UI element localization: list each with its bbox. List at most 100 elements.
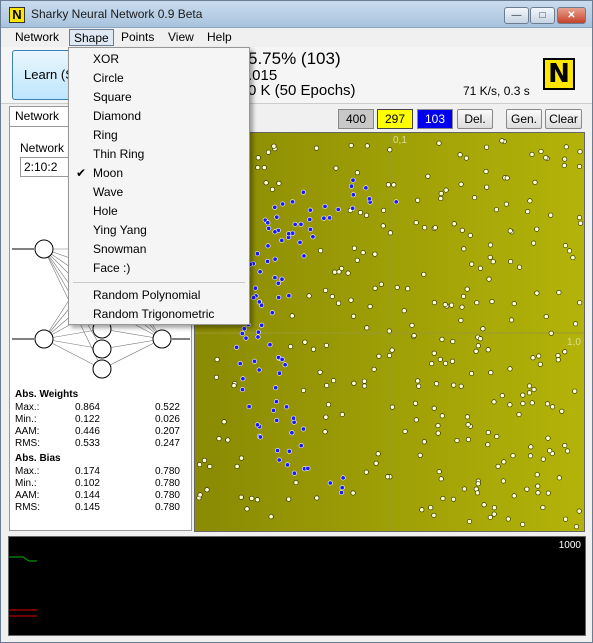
shape-option-thin-ring[interactable]: Thin Ring [71, 145, 247, 164]
blue-point [284, 404, 290, 410]
plot-canvas: 0,1 1,0 [195, 133, 584, 531]
yellow-point [517, 264, 523, 270]
yellow-point [548, 330, 554, 336]
yellow-point [507, 366, 513, 372]
error-graph-max-label: 1000 [558, 540, 581, 551]
shape-option-ring[interactable]: Ring [71, 126, 247, 145]
menu-item-label: Face :) [93, 261, 131, 275]
menu-item-label: XOR [93, 52, 120, 66]
shape-option-random-polynomial[interactable]: Random Polynomial [71, 286, 247, 305]
yellow-point [372, 251, 378, 257]
error-graph: 1000 [8, 536, 586, 636]
shape-option-xor[interactable]: XOR [71, 50, 247, 69]
shape-option-snowman[interactable]: Snowman [71, 240, 247, 259]
yellow-point [302, 339, 308, 345]
shape-option-moon[interactable]: ✔ Moon [71, 164, 247, 183]
yellow-point [458, 181, 464, 187]
yellow-point [520, 400, 526, 406]
title-bar[interactable]: N Sharky Neural Network 0.9 Beta — □ ✕ [1, 1, 592, 28]
menu-item-label: Ring [93, 128, 118, 142]
yellow-point [534, 472, 540, 478]
yellow-point [504, 175, 510, 181]
yellow-point [244, 506, 250, 512]
generate-button[interactable]: Gen. [506, 109, 542, 129]
menu-points[interactable]: Points [117, 29, 158, 46]
yellow-point [376, 353, 382, 359]
blue-point [305, 465, 311, 471]
yellow-point [477, 265, 483, 271]
yellow-point [577, 149, 583, 155]
shape-option-ying-yang[interactable]: Ying Yang [71, 221, 247, 240]
blue-point [282, 362, 288, 368]
window-title: Sharky Neural Network 0.9 Beta [31, 7, 203, 21]
delete-button[interactable]: Del. [457, 109, 493, 129]
shape-option-circle[interactable]: Circle [71, 69, 247, 88]
yellow-point [413, 417, 419, 423]
menu-bar: Network Shape Points View Help [1, 28, 592, 47]
blue-point [339, 485, 345, 491]
yellow-point [507, 402, 513, 408]
blue-point [366, 196, 372, 202]
blue-point [297, 239, 303, 245]
learn-button[interactable]: Learn (S [12, 50, 72, 100]
blue-points-count[interactable]: 103 [417, 109, 453, 129]
menu-separator [73, 282, 245, 283]
yellow-point [415, 378, 421, 384]
yellow-point [500, 478, 506, 484]
yellow-points-count[interactable]: 297 [377, 109, 413, 129]
yellow-point [364, 212, 370, 218]
classification-plot[interactable]: 0,1 1,0 [194, 132, 585, 532]
yellow-point [491, 511, 497, 517]
yellow-point [329, 294, 335, 300]
blue-point [265, 220, 271, 226]
shape-option-random-trigonometric[interactable]: Random Trigonometric [71, 305, 247, 324]
blue-point [279, 276, 285, 282]
menu-network[interactable]: Network [11, 29, 63, 46]
yellow-point [443, 187, 449, 193]
yellow-point [276, 180, 282, 186]
network-label: Network [20, 141, 65, 155]
shape-option-hole[interactable]: Hole [71, 202, 247, 221]
blue-point [279, 356, 285, 362]
weights-row: RMS: 0.533 0.247 [15, 438, 185, 450]
yellow-point [378, 281, 384, 287]
yellow-point [351, 245, 357, 251]
yellow-point [464, 286, 470, 292]
yellow-point [432, 225, 438, 231]
row-label: Max.: [15, 402, 40, 413]
yellow-point [499, 393, 505, 399]
yellow-point [511, 493, 517, 499]
tab-network[interactable]: Network [9, 106, 69, 126]
row-value-1: 0.446 [74, 426, 100, 437]
yellow-point [286, 496, 292, 502]
yellow-point [197, 492, 203, 498]
shape-option-diamond[interactable]: Diamond [71, 107, 247, 126]
shape-option-face[interactable]: Face :) [71, 259, 247, 278]
yellow-point [434, 381, 440, 387]
yellow-point [439, 336, 445, 342]
blue-point [257, 434, 263, 440]
blue-point [259, 322, 265, 328]
yellow-point [483, 168, 489, 174]
menu-view[interactable]: View [164, 29, 198, 46]
menu-help[interactable]: Help [203, 29, 236, 46]
yellow-point [488, 370, 494, 376]
clear-button[interactable]: Clear [545, 109, 582, 129]
menu-shape[interactable]: Shape [69, 29, 114, 46]
maximize-button[interactable]: □ [530, 7, 555, 24]
blue-point [327, 215, 333, 221]
minimize-button[interactable]: — [504, 7, 529, 24]
shape-option-square[interactable]: Square [71, 88, 247, 107]
yellow-point [468, 371, 474, 377]
yellow-point [204, 487, 210, 493]
blue-point [254, 422, 260, 428]
shape-option-wave[interactable]: Wave [71, 183, 247, 202]
close-button[interactable]: ✕ [557, 7, 586, 24]
yellow-point [431, 300, 437, 306]
yellow-point [566, 248, 572, 254]
weights-heading: Abs. Weights [15, 389, 79, 400]
yellow-point [529, 151, 535, 157]
yellow-point [556, 475, 562, 481]
yellow-point [387, 353, 393, 359]
blue-point [257, 269, 263, 275]
